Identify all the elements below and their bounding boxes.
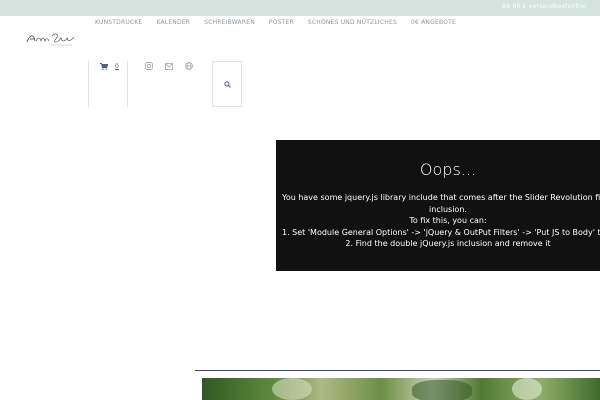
nav-item-kunstdrucke[interactable]: KUNSTDRUCKE [95,19,142,26]
header-divider [88,61,89,107]
mail-icon [165,62,173,70]
nav-item-angebote[interactable]: 0€ ANGEBOTE [411,19,456,26]
instagram-icon [145,62,153,70]
nav-item-schreibwaren[interactable]: SCHREIBWAREN [204,19,255,26]
nav-item-kalender[interactable]: KALENDER [156,19,190,26]
main-nav: KUNSTDRUCKE KALENDER SCHREIBWAREN POSTER… [95,17,456,27]
mail-link[interactable] [164,61,174,71]
language-link[interactable] [184,61,194,71]
signature-logo-icon [26,33,75,46]
search-button[interactable] [212,61,242,107]
error-line: 1. Set 'Module General Options' -> 'jQue… [282,227,600,237]
error-line: 2. Find the double jQuery.js inclusion a… [345,239,551,248]
cart-count: 0 [115,62,119,70]
globe-icon [185,62,193,70]
shipping-promo-text: Ab 60 € versandkostenfrei [502,3,586,10]
error-line: inclusion. [429,204,467,214]
instagram-link[interactable] [144,61,154,71]
cart-button[interactable]: 0 [100,61,119,71]
error-line: You have some jquery.js library include … [282,193,600,202]
site-logo[interactable] [24,28,78,50]
error-title: Oops... [419,160,477,179]
hero-image [202,378,600,400]
section-divider [195,370,600,371]
search-icon [223,80,231,88]
error-message: You have some jquery.js library include … [282,192,600,250]
error-line: To fix this, you can: [409,216,487,225]
nav-item-poster[interactable]: POSTER [269,19,294,26]
top-promo-bar: Ab 60 € versandkostenfrei [0,0,600,16]
header-divider [127,61,128,107]
nav-item-schoenes-und-nuetzliches[interactable]: SCHÖNES UND NÜTZLICHES [308,19,397,26]
slider-error-box: Oops... You have some jquery.js library … [276,140,600,271]
cart-icon [100,62,108,70]
